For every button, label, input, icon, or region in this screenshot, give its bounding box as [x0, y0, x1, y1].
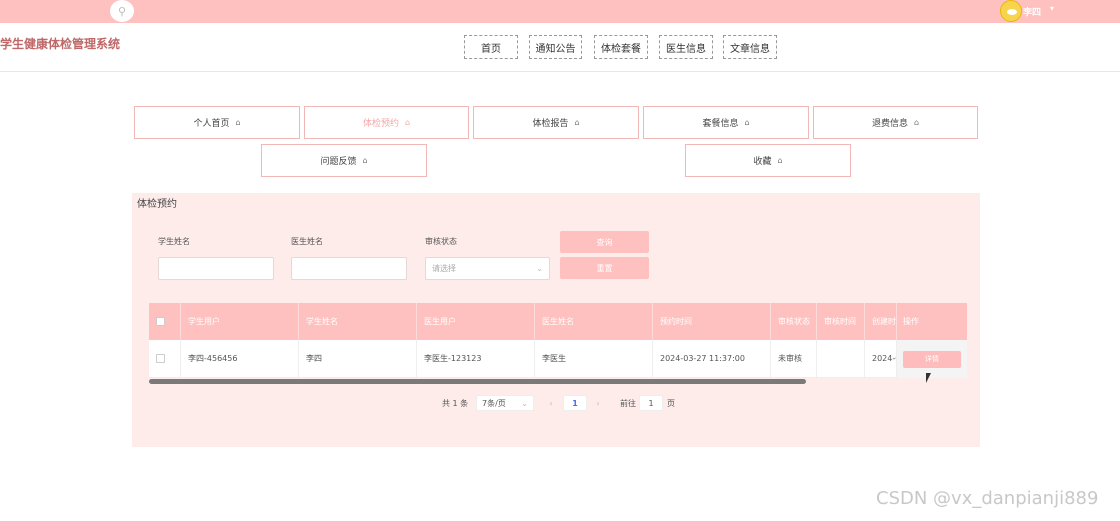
tile-label: 个人首页: [193, 119, 230, 129]
tile-label: 体检预约: [362, 119, 399, 129]
query-button[interactable]: 查询: [560, 231, 649, 253]
audit-status-select[interactable]: 请选择 ⌄: [425, 257, 550, 280]
prev-page-button[interactable]: ‹: [542, 395, 560, 411]
tile-profile[interactable]: 个人首页 ⌂: [134, 106, 300, 139]
col-student-name[interactable]: 学生姓名: [299, 303, 417, 340]
goto-page-input[interactable]: 1: [639, 395, 663, 411]
nav-home[interactable]: 首页: [464, 35, 518, 59]
tile-label: 问题反馈: [320, 157, 357, 167]
app-title: 学生健康体检管理系统: [0, 37, 121, 51]
row-checkbox[interactable]: [156, 354, 165, 363]
nav-packages[interactable]: 体检套餐: [594, 35, 648, 59]
cell-created-time: 2024-03-2: [865, 340, 897, 377]
cell-doctor-name: 李医生: [535, 340, 653, 377]
user-name[interactable]: 李四: [1023, 5, 1041, 18]
tile-label: 收藏: [753, 157, 772, 167]
reset-button[interactable]: 重置: [560, 257, 649, 279]
home-icon: ⌂: [235, 118, 241, 127]
top-bar: [0, 0, 1120, 23]
home-icon: ⌂: [744, 118, 750, 127]
col-audit-time[interactable]: 审核时间: [817, 303, 865, 340]
chevron-down-icon[interactable]: ▾: [1050, 4, 1054, 13]
tile-appointment[interactable]: 体检预约 ⌂: [304, 106, 469, 139]
avatar[interactable]: [1000, 0, 1022, 22]
nav-doctors[interactable]: 医生信息: [659, 35, 713, 59]
current-page[interactable]: 1: [563, 395, 587, 411]
tile-package-info[interactable]: 套餐信息 ⌂: [643, 106, 809, 139]
goto-label: 前往: [620, 398, 636, 408]
cell-student-name: 李四: [299, 340, 417, 377]
col-audit-status[interactable]: 审核状态: [771, 303, 817, 340]
tile-label: 体检报告: [532, 119, 569, 129]
tile-feedback[interactable]: 问题反馈 ⌂: [261, 144, 427, 177]
page-size-value: 7条/页: [482, 398, 506, 408]
nav-notices[interactable]: 通知公告: [529, 35, 582, 59]
col-student-user[interactable]: 学生用户: [181, 303, 299, 340]
col-doctor-name[interactable]: 医生姓名: [535, 303, 653, 340]
watermark: CSDN @vx_danpianji889: [876, 488, 1099, 509]
select-all-cell: [149, 303, 181, 340]
student-name-label: 学生姓名: [158, 237, 190, 246]
panel-title: 体检预约: [137, 199, 177, 210]
cell-doctor-user: 李医生-123123: [417, 340, 535, 377]
header: 学生健康体检管理系统 首页 通知公告 体检套餐 医生信息 文章信息: [0, 23, 1120, 72]
col-appointment-time[interactable]: 预约时间: [653, 303, 771, 340]
col-created-time[interactable]: 创建时间: [865, 303, 897, 340]
audit-status-label: 审核状态: [425, 237, 457, 246]
col-doctor-user[interactable]: 医生用户: [417, 303, 535, 340]
doctor-name-input[interactable]: [291, 257, 407, 280]
nav-articles[interactable]: 文章信息: [723, 35, 777, 59]
select-all-checkbox[interactable]: [156, 317, 165, 326]
tile-label: 退费信息: [871, 119, 908, 129]
tile-favorites[interactable]: 收藏 ⌂: [685, 144, 851, 177]
chevron-down-icon: ⌄: [521, 398, 528, 408]
mouse-cursor-icon: [926, 373, 931, 383]
col-operation: 操作: [897, 303, 967, 340]
home-icon: ⌂: [777, 156, 783, 165]
row-select-cell: [149, 340, 181, 377]
table-header: 学生用户 学生姓名 医生用户 医生姓名 预约时间 审核状态 审核时间 创建时间: [149, 303, 967, 340]
tile-refund-info[interactable]: 退费信息 ⌂: [813, 106, 978, 139]
detail-button[interactable]: 详情: [903, 350, 961, 368]
pagination-total: 共 1 条: [442, 398, 469, 408]
cell-student-user: 李四-456456: [181, 340, 299, 377]
audit-status-placeholder: 请选择: [432, 264, 456, 273]
table-row: 李四-456456 李四 李医生-123123 李医生 2024-03-27 1…: [149, 340, 967, 378]
doctor-name-label: 医生姓名: [291, 237, 323, 246]
cell-audit-status: 未审核: [771, 340, 817, 377]
home-icon: ⌂: [362, 156, 368, 165]
home-icon: ⌂: [913, 118, 920, 127]
page-size-select[interactable]: 7条/页 ⌄: [476, 395, 534, 411]
tile-label: 套餐信息: [702, 119, 739, 129]
page-suffix: 页: [667, 398, 675, 408]
operation-cell: 详情: [897, 340, 967, 378]
student-name-input[interactable]: [158, 257, 274, 280]
cell-appointment-time: 2024-03-27 11:37:00: [653, 340, 771, 377]
next-page-button[interactable]: ›: [589, 395, 607, 411]
home-icon: ⌂: [404, 118, 411, 127]
operation-column: 操作 详情: [897, 303, 967, 378]
home-icon: ⌂: [574, 118, 580, 127]
tile-report[interactable]: 体检报告 ⌂: [473, 106, 639, 139]
horizontal-scrollbar[interactable]: [149, 379, 806, 384]
search-icon[interactable]: ⚲: [110, 0, 134, 22]
cell-audit-time: [817, 340, 865, 377]
chevron-down-icon: ⌄: [536, 264, 543, 273]
